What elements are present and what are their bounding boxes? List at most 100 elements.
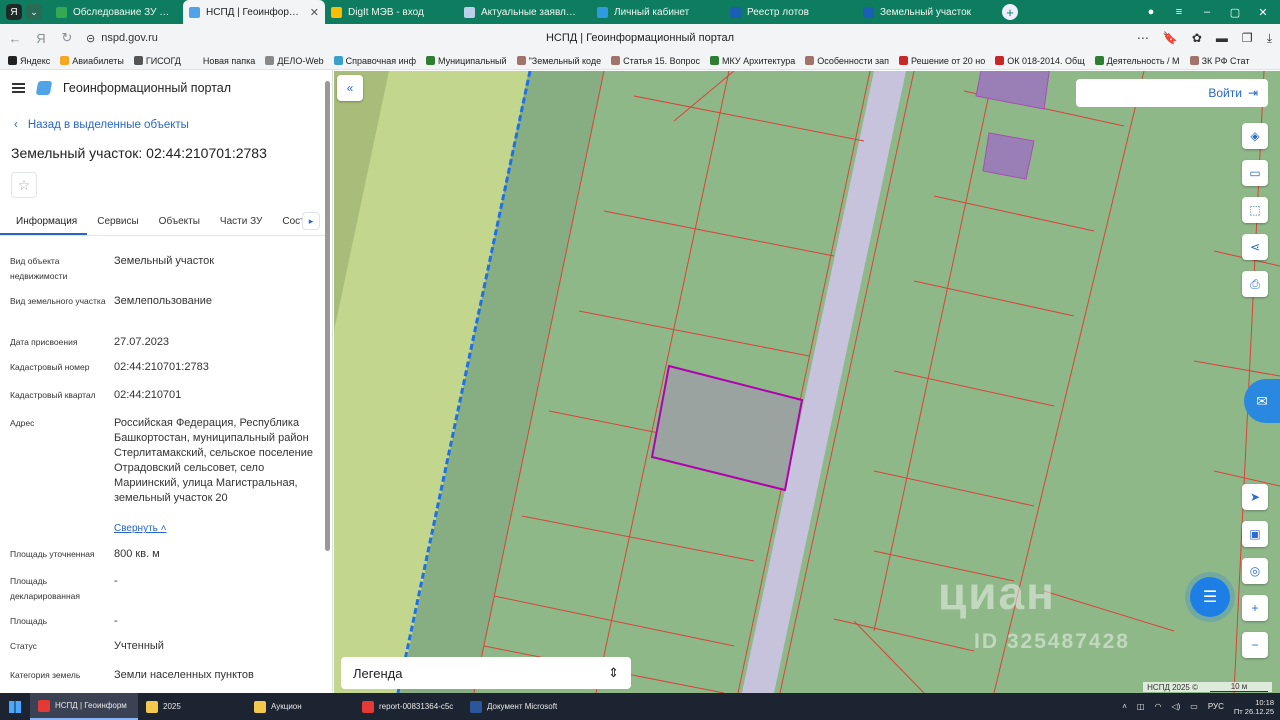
favorite-star-icon[interactable]: ☆ (11, 172, 37, 198)
url-field[interactable]: ⊝ nspd.gov.ru (86, 32, 158, 45)
bookmark-favicon-icon (1189, 56, 1199, 65)
watermark-id: ID 325487428 (974, 630, 1130, 653)
tray-app-icon[interactable]: ◫ (1137, 702, 1145, 711)
ruler-icon[interactable]: ▭ (1242, 160, 1268, 186)
system-tray: ˄ ◫ ◠ ◁) ▭ РУС 10:18 Пт 26.12.25 (1122, 698, 1280, 716)
bookmark-item[interactable]: Справочная инф (333, 56, 416, 66)
panel-scrollbar[interactable] (325, 81, 330, 551)
tab-2[interactable]: Объекты (149, 208, 210, 235)
tab-1[interactable]: Сервисы (87, 208, 148, 235)
taskbar-app-icon (146, 700, 158, 713)
bookmark-favicon-icon (333, 56, 343, 65)
taskbar-item[interactable]: Аукцион (246, 693, 354, 720)
collapse-link[interactable]: Свернуть ˄ (114, 523, 166, 534)
tab-3[interactable]: Части ЗУ (210, 208, 272, 235)
select-area-icon[interactable]: ⬚ (1242, 197, 1268, 223)
share-icon[interactable]: ⋖ (1242, 234, 1268, 260)
field-value: Землепользование (114, 295, 213, 307)
tray-chevron-icon[interactable]: ˄ (1122, 702, 1127, 711)
bookmark-item[interactable]: ОК 018-2014. Общ (995, 56, 1085, 66)
bookmark-item[interactable]: Муниципальный (425, 56, 507, 66)
map-view[interactable]: « Войти ⇥ ◈ ▭ ⬚ ⋖ ⎙ ✉ ➤ ▣ ◎ + − ☰ циан ID… (334, 71, 1280, 693)
bookmark-item[interactable]: "Земельный коде (516, 56, 601, 66)
bookmark-item[interactable]: Яндекс (8, 56, 50, 66)
more-icon[interactable]: ⋯ (1137, 31, 1149, 46)
close-window-icon[interactable]: ✕ (1252, 6, 1274, 19)
browser-logo-icon[interactable]: Я (6, 4, 22, 20)
bookmark-favicon-icon (899, 56, 909, 65)
legend-dropdown[interactable]: Легенда ⇕ (341, 657, 631, 689)
browser-tab[interactable]: Актуальные заявления (458, 0, 591, 24)
field-label: Кадастровый квартал (10, 390, 96, 400)
taskbar-item[interactable]: НСПД | Геоинформ (30, 693, 138, 720)
language-indicator[interactable]: РУС (1208, 702, 1224, 711)
menu-icon[interactable] (12, 83, 25, 93)
wifi-icon[interactable]: ◠ (1154, 702, 1161, 711)
bookmark-item[interactable]: Статья 15. Вопрос (611, 56, 700, 66)
bookmark-item[interactable]: Решение от 20 но (899, 56, 985, 66)
geolocation-icon[interactable]: ◎ (1242, 558, 1268, 584)
menu-icon[interactable]: ≡ (1168, 6, 1190, 18)
legend-label: Легенда (353, 665, 403, 681)
copy-icon[interactable]: ❐ (1242, 31, 1253, 46)
field-row: Категория земель Земли населенных пунктов (10, 668, 315, 683)
chevron-left-icon: ‹ (14, 119, 18, 131)
bookmark-favicon-icon (425, 56, 435, 65)
print-icon[interactable]: ⎙ (1242, 271, 1268, 297)
bookmark-item[interactable]: Особенности зап (805, 56, 889, 66)
extension-icon[interactable]: ✿ (1192, 31, 1202, 46)
url-text: nspd.gov.ru (101, 32, 158, 44)
chat-side-tab-icon[interactable]: ✉ (1244, 379, 1280, 423)
login-label: Войти (1208, 86, 1242, 100)
volume-icon[interactable]: ◁) (1171, 702, 1180, 711)
back-icon[interactable]: ← (8, 31, 22, 46)
bookmark-item[interactable]: ЗК РФ Стат (1189, 56, 1249, 66)
browser-tab[interactable]: НСПД | Геоинформацио ✕ (183, 0, 325, 24)
browser-tab[interactable]: Реестр лотов (724, 0, 857, 24)
tab-label: НСПД | Геоинформацио (206, 6, 304, 18)
profile-icon[interactable]: ● (1140, 6, 1162, 18)
browser-tab[interactable]: Земельный участок (857, 0, 990, 24)
taskbar-item[interactable]: report-00831364-c5c (354, 693, 462, 720)
zoom-out-icon[interactable]: − (1242, 632, 1268, 658)
new-tab-button[interactable]: + (1002, 4, 1018, 20)
login-button[interactable]: Войти ⇥ (1076, 79, 1268, 107)
tab-close-icon[interactable]: ✕ (310, 6, 319, 19)
tabs-scroll-right-icon[interactable]: ▸ (302, 212, 320, 230)
bookmark-item[interactable]: Авиабилеты (60, 56, 124, 66)
tab-0[interactable]: Информация (0, 208, 88, 235)
bookmark-item[interactable]: ГИСОГД (133, 56, 181, 66)
start-icon[interactable] (0, 700, 30, 713)
zoom-in-icon[interactable]: + (1242, 595, 1268, 621)
bookmark-item[interactable]: Деятельность / М (1094, 56, 1180, 66)
taskbar-item[interactable]: 2025 (138, 693, 246, 720)
tabs-menu-icon[interactable]: ⌄ (26, 4, 42, 20)
clock[interactable]: 10:18 Пт 26.12.25 (1234, 698, 1274, 716)
browser-tab[interactable]: Личный кабинет (591, 0, 724, 24)
yandex-icon[interactable]: Я (34, 31, 48, 46)
bookmark-icon[interactable]: 🔖 (1163, 31, 1178, 46)
attribution-text: НСПД 2025 © (1147, 682, 1198, 692)
bookmark-favicon-icon (8, 56, 17, 65)
layers-icon[interactable]: ◈ (1242, 123, 1268, 149)
collapse-panel-button[interactable]: « (337, 75, 363, 101)
minimap-icon[interactable]: ▣ (1242, 521, 1268, 547)
battery-icon[interactable]: ▭ (1190, 702, 1198, 711)
sort-icon: ⇕ (608, 665, 619, 680)
browser-tab[interactable]: DigIt МЭВ - вход (325, 0, 458, 24)
download-icon[interactable]: ▬ (1216, 31, 1228, 46)
back-link[interactable]: ‹ Назад в выделенные объекты (14, 119, 189, 131)
maximize-icon[interactable]: ▢ (1224, 6, 1246, 19)
bookmark-item[interactable]: МКУ Архитектура (710, 56, 795, 66)
reload-icon[interactable]: ↻ (60, 30, 74, 46)
chat-button-icon[interactable]: ☰ (1190, 577, 1230, 617)
browser-tab[interactable]: Обследование ЗУ - Goog (50, 0, 183, 24)
locate-icon[interactable]: ➤ (1242, 484, 1268, 510)
minimize-icon[interactable]: – (1196, 6, 1218, 18)
field-label: Площадь (10, 616, 48, 626)
taskbar-item[interactable]: Документ Microsoft (462, 693, 570, 720)
download-arrow-icon[interactable]: ⤓ (1267, 31, 1272, 46)
bookmark-favicon-icon (516, 56, 526, 65)
bookmark-item[interactable]: Новая папка (190, 56, 255, 66)
bookmark-item[interactable]: ДЕЛО-Web (265, 56, 324, 66)
